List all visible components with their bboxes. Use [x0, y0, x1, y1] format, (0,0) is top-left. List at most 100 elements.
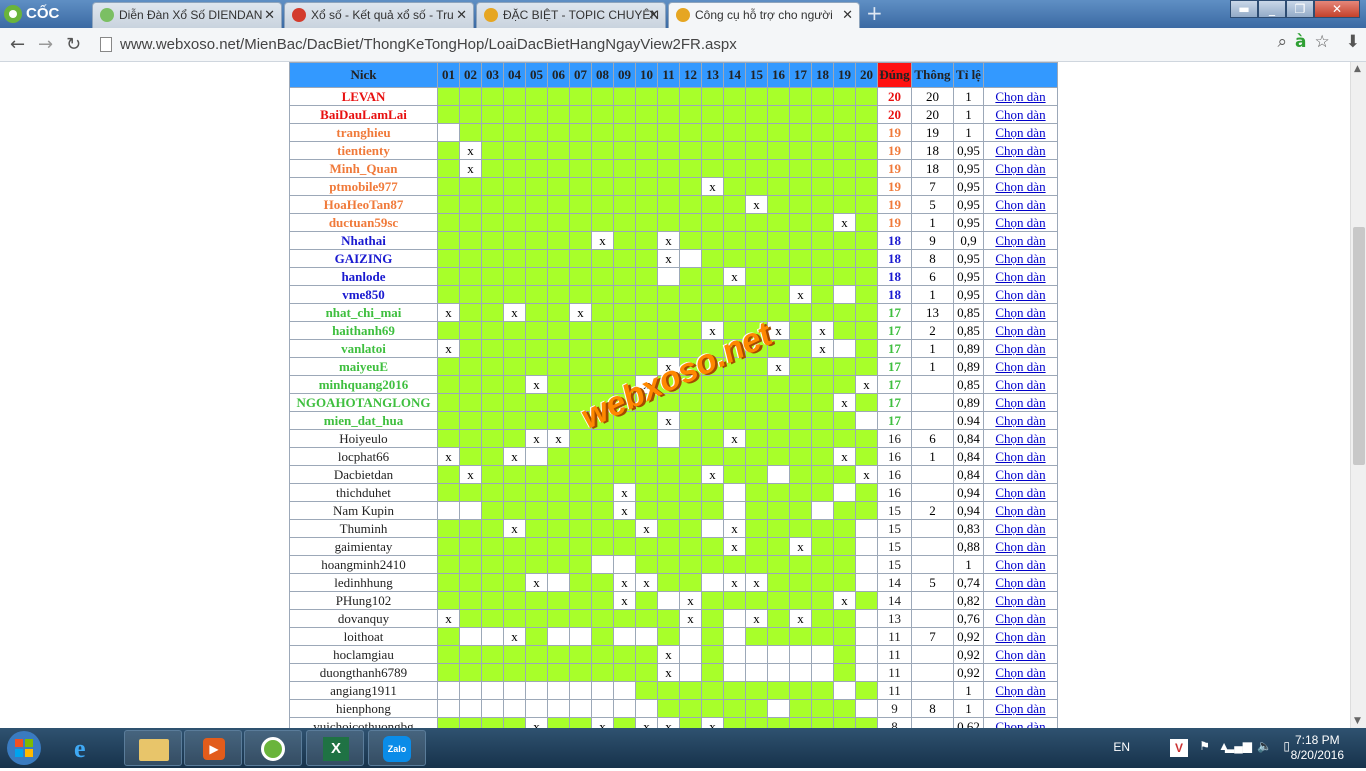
close-icon[interactable]: ✕	[264, 3, 275, 27]
chon-dan-link[interactable]: Chọn dàn	[983, 195, 1058, 214]
day-cell	[767, 159, 790, 178]
scroll-up-icon[interactable]: ▲	[1354, 64, 1361, 74]
chon-dan-link[interactable]: Chọn dàn	[983, 609, 1058, 628]
day-cell: x	[833, 393, 856, 412]
day-cell	[503, 609, 526, 628]
close-icon[interactable]: ✕	[456, 3, 467, 27]
day-cell: x	[437, 303, 460, 322]
day-cell	[503, 141, 526, 160]
day-cell	[525, 87, 548, 106]
chon-dan-link[interactable]: Chọn dàn	[983, 663, 1058, 682]
chon-dan-link[interactable]: Chọn dàn	[983, 231, 1058, 250]
chon-dan-link[interactable]: Chọn dàn	[983, 393, 1058, 412]
tab-congcu[interactable]: Công cụ hỗ trợ cho người ✕	[668, 2, 860, 28]
zoom-icon[interactable]: ⌕	[1277, 32, 1287, 52]
chon-dan-link[interactable]: Chọn dàn	[983, 213, 1058, 232]
tab-dacbiet[interactable]: ĐẶC BIỆT - TOPIC CHUYÊN ✕	[476, 2, 666, 28]
network-icon[interactable]: ▂▄▆	[1225, 739, 1252, 753]
chon-dan-link[interactable]: Chọn dàn	[983, 555, 1058, 574]
day-cell	[569, 267, 592, 286]
close-icon[interactable]: ✕	[842, 3, 853, 27]
chon-dan-link[interactable]: Chọn dàn	[983, 591, 1058, 610]
file-explorer-button[interactable]	[124, 730, 182, 766]
chon-dan-link[interactable]: Chọn dàn	[983, 249, 1058, 268]
clock[interactable]: 7:18 PM 8/20/2016	[1291, 733, 1344, 763]
day-cell	[459, 627, 482, 646]
chon-dan-link[interactable]: Chọn dàn	[983, 177, 1058, 196]
ie-button[interactable]: e	[60, 730, 118, 766]
chon-dan-link[interactable]: Chọn dàn	[983, 501, 1058, 520]
chon-dan-link[interactable]: Chọn dàn	[983, 519, 1058, 538]
chon-dan-link[interactable]: Chọn dàn	[983, 141, 1058, 160]
download-icon[interactable]: ⬇	[1346, 32, 1360, 52]
chon-dan-link[interactable]: Chọn dàn	[983, 717, 1058, 728]
chon-dan-link[interactable]: Chọn dàn	[983, 321, 1058, 340]
new-tab-button[interactable]: +	[866, 3, 883, 23]
menu-button[interactable]: ▬	[1230, 0, 1258, 18]
chon-dan-link[interactable]: Chọn dàn	[983, 627, 1058, 646]
chon-dan-link[interactable]: Chọn dàn	[983, 411, 1058, 430]
coccoc-logo[interactable]: CỐC CỐC	[0, 0, 90, 50]
chon-dan-link[interactable]: Chọn dàn	[983, 159, 1058, 178]
chon-dan-link[interactable]: Chọn dàn	[983, 267, 1058, 286]
coccoc-taskbar-button[interactable]	[244, 730, 302, 766]
chon-dan-link[interactable]: Chọn dàn	[983, 357, 1058, 376]
scrollbar-thumb[interactable]	[1353, 227, 1365, 465]
battery-icon[interactable]: ▯	[1283, 739, 1290, 753]
tab-xoso[interactable]: Xổ số - Kết quả xổ số - Tru ✕	[284, 2, 474, 28]
maximize-button[interactable]: ❐	[1286, 0, 1314, 18]
day-cell	[635, 231, 658, 250]
chon-dan-link[interactable]: Chọn dàn	[983, 699, 1058, 718]
chon-dan-link[interactable]: Chọn dàn	[983, 285, 1058, 304]
chon-dan-link[interactable]: Chọn dàn	[983, 447, 1058, 466]
tile-cell: 1	[953, 123, 984, 142]
close-icon[interactable]: ✕	[648, 3, 659, 27]
language-indicator[interactable]: EN	[1113, 740, 1130, 754]
scroll-down-icon[interactable]: ▼	[1354, 716, 1361, 726]
document-icon	[100, 37, 112, 52]
minimize-button[interactable]: _	[1258, 0, 1286, 18]
forward-icon[interactable]: →	[38, 34, 53, 55]
day-cell	[503, 321, 526, 340]
thong-cell: 8	[911, 699, 954, 718]
url-field[interactable]: www.webxoso.net/MienBac/DacBiet/ThongKeT…	[96, 32, 1336, 58]
tab-diendan[interactable]: Diễn Đàn Xổ Số DIENDAN ✕	[92, 2, 282, 28]
chon-dan-link[interactable]: Chọn dàn	[983, 87, 1058, 106]
start-button[interactable]	[2, 729, 54, 767]
day-cell	[833, 465, 856, 484]
thong-cell	[911, 519, 954, 538]
translate-icon[interactable]: à	[1295, 32, 1306, 52]
chon-dan-link[interactable]: Chọn dàn	[983, 339, 1058, 358]
day-cell	[679, 231, 702, 250]
chon-dan-link[interactable]: Chọn dàn	[983, 303, 1058, 322]
excel-button[interactable]: X	[306, 730, 364, 766]
chon-dan-link[interactable]: Chọn dàn	[983, 429, 1058, 448]
day-cell	[811, 123, 834, 142]
chon-dan-link[interactable]: Chọn dàn	[983, 483, 1058, 502]
vertical-scrollbar[interactable]: ▲ ▼	[1350, 62, 1366, 728]
chon-dan-link[interactable]: Chọn dàn	[983, 573, 1058, 592]
volume-icon[interactable]: 🔈	[1257, 739, 1272, 753]
chon-dan-link[interactable]: Chọn dàn	[983, 645, 1058, 664]
chon-dan-link[interactable]: Chọn dàn	[983, 465, 1058, 484]
day-cell	[613, 681, 636, 700]
day-cell	[591, 591, 614, 610]
media-player-button[interactable]: ▶	[184, 730, 242, 766]
network-tool-icon[interactable]: ⚑	[1199, 739, 1210, 753]
chon-dan-link[interactable]: Chọn dàn	[983, 681, 1058, 700]
close-window-button[interactable]: ✕	[1314, 0, 1360, 18]
antivirus-icon[interactable]: V	[1170, 739, 1188, 757]
day-cell	[745, 591, 768, 610]
chon-dan-link[interactable]: Chọn dàn	[983, 123, 1058, 142]
day-cell	[437, 141, 460, 160]
day-cell	[657, 267, 680, 286]
back-icon[interactable]: ←	[10, 34, 25, 55]
chon-dan-link[interactable]: Chọn dàn	[983, 105, 1058, 124]
reload-icon[interactable]: ↻	[66, 34, 81, 55]
day-cell	[701, 105, 724, 124]
chon-dan-link[interactable]: Chọn dàn	[983, 375, 1058, 394]
bookmark-star-icon[interactable]: ☆	[1315, 32, 1330, 52]
zalo-button[interactable]: Zalo	[368, 730, 426, 766]
day-cell	[767, 483, 790, 502]
chon-dan-link[interactable]: Chọn dàn	[983, 537, 1058, 556]
